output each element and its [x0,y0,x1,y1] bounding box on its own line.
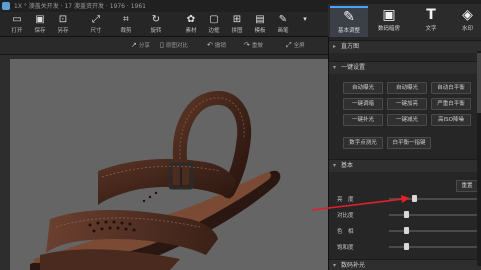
view-toolbar: ↗ 分享 ▯ 原图对比 ↶ 撤销 ↷ 重做 ⤢ 全屏 [0,37,328,55]
high-iso-denoise-button[interactable]: 高ISO降噪 [431,114,471,126]
brush-icon: ✎ [278,14,288,25]
rotate-button[interactable]: ↻ 旋转 [144,13,168,36]
compare-button[interactable]: ▯ 原图对比 [160,41,188,49]
slider-thumb[interactable] [404,211,409,218]
chevron-down-icon: ▾ [333,262,337,269]
tab-basic-adjust[interactable]: ✎ 基本调整 [330,6,368,37]
crop-icon: ⌗ [123,14,129,25]
fullscreen-icon: ⤢ [286,41,292,49]
scrollbar-handle[interactable] [477,53,481,113]
saturation-label: 饱和度 [337,245,354,251]
edit-icon: ✎ [343,9,355,25]
border-button[interactable]: ▢ 边框 [202,13,226,36]
border-icon: ▢ [209,14,219,25]
panel-tabs: ✎ 基本调整 ▣ 数码暗房 T 文字 ◈ 水印 [328,4,481,37]
app-logo-icon [2,2,10,10]
template-icon: ▤ [255,14,265,25]
strict-white-balance-button[interactable]: 严重白平衡 [431,98,471,110]
slider-thumb[interactable] [404,243,409,250]
one-click-fill-light-button[interactable]: 一键补光 [343,114,383,126]
fullscreen-button[interactable]: ⤢ 全屏 [286,41,305,50]
template-button[interactable]: ▤ 模板 [248,13,272,36]
contrast-slider[interactable] [389,211,477,218]
material-icon: ✿ [186,14,196,25]
main-toolbar: ▭ 打开 ▣ 保存 ⊡ 另存 ⤢ 尺寸 ⌗ 裁剪 ↻ 旋转 ✿ 素材 ▢ 边框 … [0,12,328,37]
image-canvas[interactable] [0,55,328,270]
auto-exposure-button[interactable]: 自动曝光 [343,82,383,94]
auto-exposure-button-2[interactable]: 自动曝光 [387,82,427,94]
darkroom-icon: ▣ [382,7,396,23]
histogram-section-header[interactable]: ▸ 直方图 [329,40,481,53]
resize-icon: ⤢ [92,14,100,25]
collage-icon: ⊞ [232,14,242,25]
more-tools-button[interactable]: ▾ [298,13,312,36]
brush-button[interactable]: ✎ 画笔 [271,13,295,36]
sandal-photo [10,59,328,270]
redo-icon: ↷ [244,41,250,49]
one-click-darken-button[interactable]: 一键调暗 [343,98,383,110]
rotate-icon: ↻ [151,14,161,25]
crop-button[interactable]: ⌗ 裁剪 [114,13,138,36]
save-as-button[interactable]: ⊡ 另存 [51,13,75,36]
collage-button[interactable]: ⊞ 拼图 [225,13,249,36]
share-icon: ↗ [131,41,137,49]
tab-text[interactable]: T 文字 [412,6,450,37]
panel-scrollbar[interactable] [477,51,481,266]
sandal-illustration [30,90,281,270]
basic-section-header[interactable]: ▾ 基本 [329,159,481,172]
chevron-down-icon: ▾ [303,15,307,23]
tab-digital-darkroom[interactable]: ▣ 数码暗房 [370,6,408,37]
hue-label: 色 相 [337,229,354,235]
save-icon: ▣ [35,14,45,25]
brightness-slider[interactable] [389,195,477,202]
one-click-section-header[interactable]: ▾ 一键设置 [329,61,481,74]
open-button[interactable]: ▭ 打开 [5,13,29,36]
adjust-panel: ▸ 直方图 ▾ 一键设置 自动曝光 自动曝光 自动白平衡 一键调暗 一键加亮 严… [328,37,481,270]
folder-open-icon: ▭ [12,14,22,25]
one-click-reduce-light-button[interactable]: 一键减光 [387,114,427,126]
one-touch-white-balance-button[interactable]: 白平衡一指键 [387,137,431,149]
saturation-slider[interactable] [389,243,477,250]
chevron-down-icon: ▾ [333,64,337,71]
auto-white-balance-button[interactable]: 自动白平衡 [431,82,471,94]
save-as-icon: ⊡ [58,14,68,25]
undo-icon: ↶ [207,41,213,49]
save-button[interactable]: ▣ 保存 [28,13,52,36]
tab-watermark[interactable]: ◈ 水印 [454,6,481,37]
undo-button[interactable]: ↶ 撤销 [207,41,226,49]
chevron-right-icon: ▸ [333,43,337,50]
share-button[interactable]: ↗ 分享 [131,41,150,49]
contrast-label: 对比度 [337,213,354,219]
material-button[interactable]: ✿ 素材 [179,13,203,36]
fill-light-section-header[interactable]: ▾ 数码补光 [329,259,481,270]
resize-button[interactable]: ⤢ 尺寸 [84,13,108,36]
redo-button[interactable]: ↷ 重做 [244,41,263,49]
watermark-icon: ◈ [462,7,473,23]
slider-thumb[interactable] [412,195,417,202]
slider-thumb[interactable] [404,227,409,234]
compare-icon: ▯ [160,41,164,49]
text-icon: T [426,7,436,23]
hue-slider[interactable] [389,227,477,234]
brightness-label: 亮 度 [337,197,354,203]
reset-button[interactable]: 重置 [456,180,478,192]
window-title: 1X ° 澳盖关开发 · 17 澳盖资开发 · 1976 · 1961 [14,3,146,10]
one-click-brighten-button[interactable]: 一键加亮 [387,98,427,110]
spot-metering-button[interactable]: 数字点测光 [343,137,383,149]
chevron-down-icon: ▾ [333,162,337,169]
